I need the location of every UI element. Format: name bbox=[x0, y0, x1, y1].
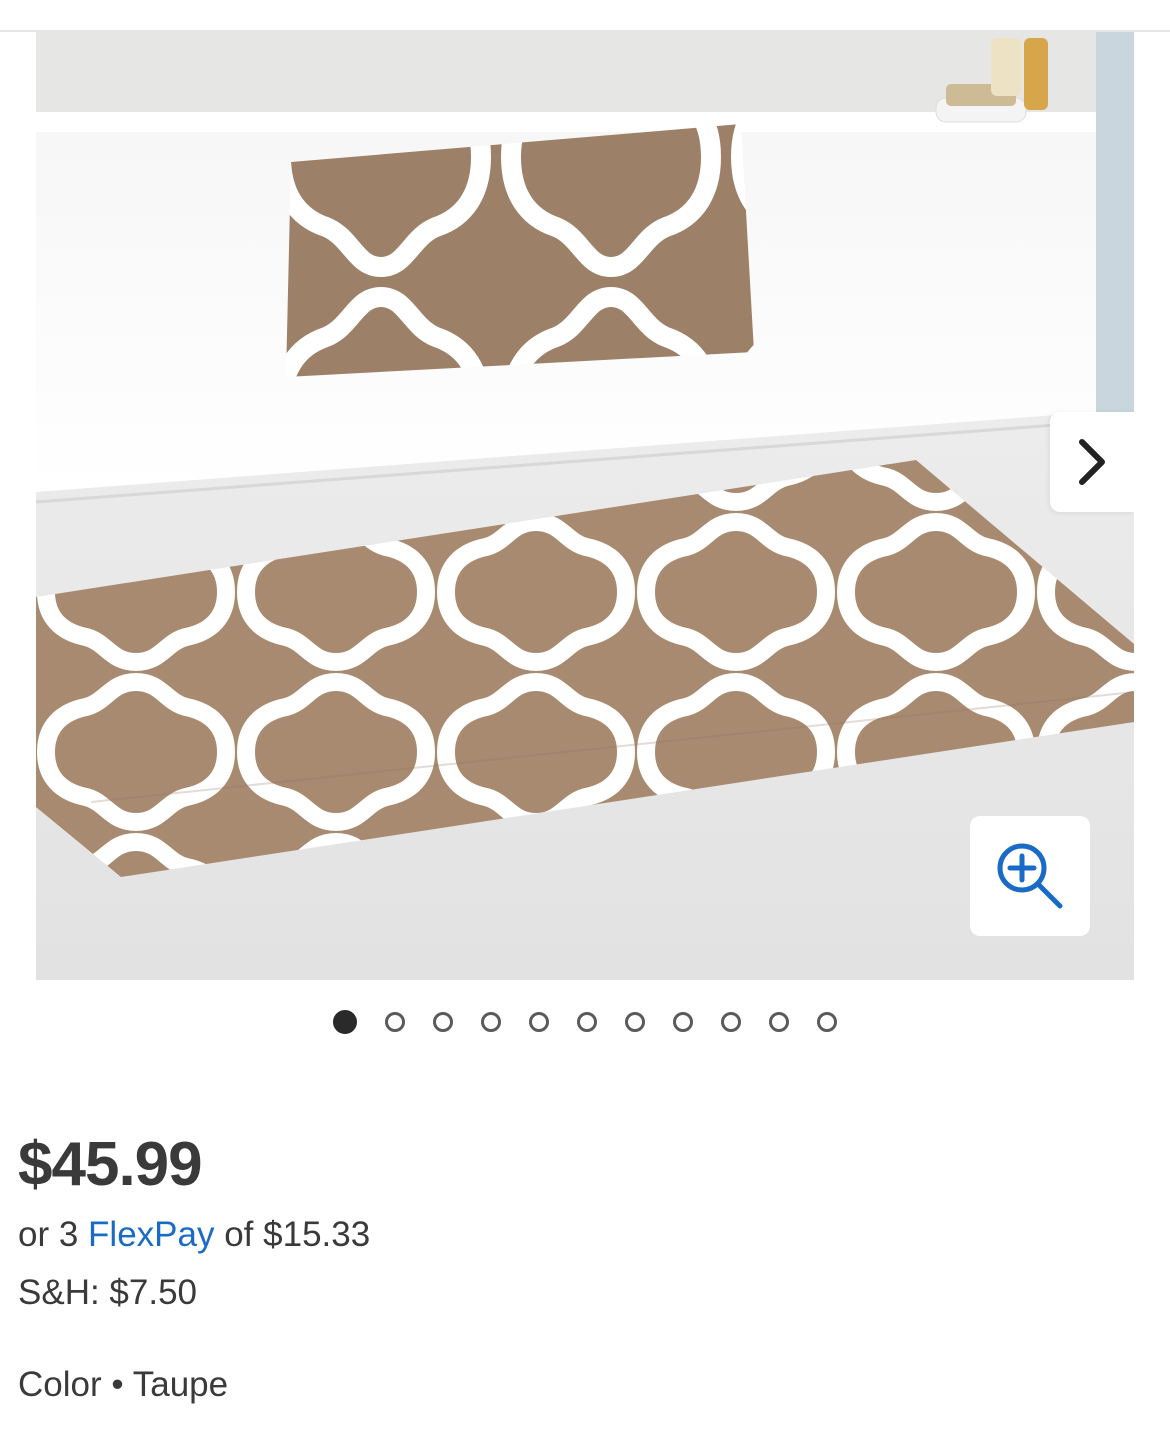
small-rug bbox=[286, 124, 754, 377]
flexpay-suffix: of $15.33 bbox=[224, 1215, 371, 1254]
gallery-pagination bbox=[0, 1008, 1170, 1036]
pagination-dot[interactable] bbox=[721, 1012, 741, 1032]
color-selection: Color • Taupe bbox=[18, 1367, 228, 1402]
pagination-dot[interactable] bbox=[529, 1012, 549, 1032]
flexpay-line: or 3 FlexPay of $15.33 bbox=[18, 1217, 370, 1252]
color-label: Color bbox=[18, 1365, 102, 1404]
top-bar bbox=[0, 0, 1170, 32]
pagination-dot[interactable] bbox=[673, 1012, 693, 1032]
product-image-gallery[interactable] bbox=[36, 32, 1134, 980]
pagination-dot[interactable] bbox=[769, 1012, 789, 1032]
shipping-cost: S&H: $7.50 bbox=[18, 1273, 197, 1312]
color-value: Taupe bbox=[132, 1365, 229, 1404]
pagination-dot[interactable] bbox=[817, 1012, 837, 1032]
zoom-button[interactable] bbox=[970, 816, 1090, 936]
next-image-button[interactable] bbox=[1050, 412, 1134, 512]
pagination-dot[interactable] bbox=[481, 1012, 501, 1032]
flexpay-link[interactable]: FlexPay bbox=[88, 1215, 214, 1254]
product-price: $45.99 bbox=[18, 1130, 203, 1199]
pagination-dot[interactable] bbox=[385, 1012, 405, 1032]
pagination-dot[interactable] bbox=[433, 1012, 453, 1032]
flexpay-prefix: or 3 bbox=[18, 1215, 79, 1254]
pagination-dot[interactable] bbox=[577, 1012, 597, 1032]
chevron-right-icon bbox=[1079, 439, 1105, 485]
pagination-dot[interactable] bbox=[333, 1010, 357, 1034]
zoom-in-icon bbox=[997, 843, 1063, 909]
color-separator: • bbox=[111, 1365, 124, 1404]
pagination-dot[interactable] bbox=[625, 1012, 645, 1032]
